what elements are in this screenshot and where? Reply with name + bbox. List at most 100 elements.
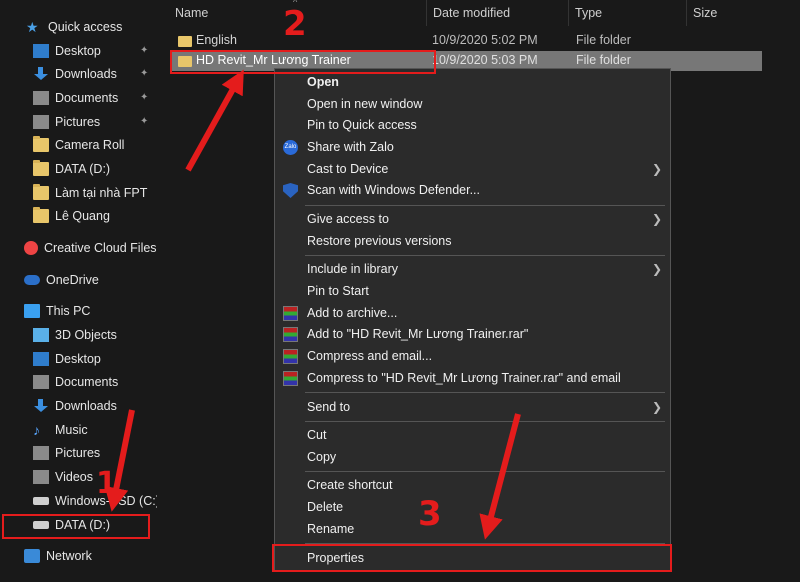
- file-type: File folder: [576, 33, 631, 47]
- desktop-icon: [33, 352, 49, 366]
- menu-item-copy[interactable]: Copy: [275, 446, 670, 468]
- column-header-type[interactable]: Type: [569, 0, 687, 26]
- column-label: Type: [575, 6, 603, 20]
- menu-item-create-shortcut[interactable]: Create shortcut: [275, 474, 670, 496]
- menu-separator: [305, 255, 665, 256]
- file-type: File folder: [576, 53, 631, 67]
- column-header-size[interactable]: Size: [687, 0, 767, 26]
- winrar-icon: [283, 327, 298, 342]
- column-label: Size: [693, 6, 718, 20]
- sidebar-label: OneDrive: [46, 273, 99, 287]
- sidebar-label: Camera Roll: [55, 138, 125, 152]
- menu-label: Add to "HD Revit_Mr Lương Trainer.rar": [307, 327, 529, 341]
- sidebar-label: Videos: [55, 470, 93, 484]
- column-label: Date modified: [433, 6, 511, 20]
- menu-separator: [305, 392, 665, 393]
- menu-label: Share with Zalo: [307, 140, 394, 154]
- star-icon: ★: [26, 19, 39, 35]
- menu-label: Create shortcut: [307, 478, 393, 492]
- submenu-arrow-icon: ❯: [651, 262, 662, 276]
- menu-item-scan-defender[interactable]: Scan with Windows Defender...: [275, 179, 670, 201]
- menu-label: Pin to Quick access: [307, 118, 417, 132]
- menu-item-pin-quick-access[interactable]: Pin to Quick access: [275, 114, 670, 136]
- pin-icon: ✦: [140, 68, 149, 79]
- menu-item-give-access[interactable]: Give access to ❯: [275, 208, 670, 230]
- documents-icon: [33, 375, 49, 389]
- menu-label: Restore previous versions: [307, 234, 452, 248]
- sidebar-label: Music: [55, 423, 88, 437]
- videos-icon: [33, 470, 49, 484]
- menu-label: Cast to Device: [307, 162, 389, 176]
- drive-icon: [33, 497, 49, 505]
- menu-item-add-to-rar[interactable]: Add to "HD Revit_Mr Lương Trainer.rar": [275, 323, 670, 345]
- folder-icon: [33, 136, 49, 152]
- menu-item-cut[interactable]: Cut: [275, 424, 670, 446]
- menu-item-restore-versions[interactable]: Restore previous versions: [275, 230, 670, 252]
- menu-label: Compress to "HD Revit_Mr Lương Trainer.r…: [307, 371, 621, 385]
- folder-icon: [33, 207, 49, 223]
- highlight-box-properties: [272, 544, 672, 572]
- sidebar-label: Pictures: [55, 446, 101, 460]
- sidebar-label: Downloads: [55, 399, 117, 413]
- menu-item-compress-rar-email[interactable]: Compress to "HD Revit_Mr Lương Trainer.r…: [275, 367, 670, 389]
- menu-label: Pin to Start: [307, 284, 369, 298]
- documents-icon: [33, 91, 49, 105]
- step-number-2: 2: [283, 4, 307, 44]
- menu-label: Add to archive...: [307, 306, 398, 320]
- shield-icon: [283, 183, 298, 198]
- menu-separator: [305, 471, 665, 472]
- computer-icon: [24, 304, 40, 318]
- menu-label: Open in new window: [307, 97, 423, 111]
- pin-icon: ✦: [140, 92, 149, 103]
- column-label: Name: [175, 6, 209, 20]
- menu-item-send-to[interactable]: Send to ❯: [275, 396, 670, 418]
- menu-label: Scan with Windows Defender...: [307, 183, 480, 197]
- pictures-icon: [33, 446, 49, 460]
- file-row[interactable]: English 10/9/2020 5:02 PM File folder: [170, 31, 762, 51]
- menu-item-open[interactable]: Open: [275, 71, 670, 93]
- submenu-arrow-icon: ❯: [651, 400, 662, 414]
- highlight-box-drive: [2, 514, 150, 539]
- context-menu: Open Open in new window Pin to Quick acc…: [274, 68, 671, 571]
- menu-label: Give access to: [307, 212, 389, 226]
- menu-item-cast-device[interactable]: Cast to Device ❯: [275, 158, 670, 180]
- menu-label: Cut: [307, 428, 327, 442]
- cloud-icon: [24, 275, 40, 285]
- sidebar-label: Làm tại nhà FPT: [55, 186, 148, 200]
- column-header-date-modified[interactable]: Date modified: [427, 0, 569, 26]
- folder-icon: [178, 34, 192, 47]
- submenu-arrow-icon: ❯: [651, 162, 662, 176]
- highlight-box-folder: [170, 50, 436, 74]
- pictures-icon: [33, 115, 49, 129]
- menu-item-rename[interactable]: Rename: [275, 518, 670, 540]
- pin-icon: ✦: [140, 116, 149, 127]
- pin-icon: ✦: [140, 45, 149, 56]
- menu-item-share-zalo[interactable]: Zalo Share with Zalo: [275, 136, 670, 158]
- file-date: 10/9/2020 5:03 PM: [432, 53, 538, 67]
- menu-item-delete[interactable]: Delete: [275, 496, 670, 518]
- menu-item-open-new-window[interactable]: Open in new window: [275, 93, 670, 115]
- menu-separator: [305, 421, 665, 422]
- download-icon: [33, 399, 49, 413]
- submenu-arrow-icon: ❯: [651, 212, 662, 226]
- winrar-icon: [283, 371, 298, 386]
- menu-item-add-archive[interactable]: Add to archive...: [275, 302, 670, 324]
- winrar-icon: [283, 349, 298, 364]
- winrar-icon: [283, 306, 298, 321]
- menu-label: Copy: [307, 450, 337, 464]
- sidebar-label: Desktop: [55, 44, 101, 58]
- sidebar-label: Documents: [55, 375, 119, 389]
- creative-cloud-icon: [24, 241, 38, 255]
- network-icon: [24, 549, 40, 563]
- menu-label: Send to: [307, 400, 351, 414]
- step-number-3: 3: [418, 494, 442, 534]
- menu-item-include-library[interactable]: Include in library ❯: [275, 258, 670, 280]
- menu-item-compress-email[interactable]: Compress and email...: [275, 345, 670, 367]
- sidebar-label: Desktop: [55, 352, 101, 366]
- step-number-1: 1: [96, 466, 117, 501]
- file-date: 10/9/2020 5:02 PM: [432, 33, 538, 47]
- menu-item-pin-start[interactable]: Pin to Start: [275, 280, 670, 302]
- music-icon: ♪: [33, 422, 40, 438]
- menu-separator: [305, 205, 665, 206]
- file-name: English: [196, 33, 237, 47]
